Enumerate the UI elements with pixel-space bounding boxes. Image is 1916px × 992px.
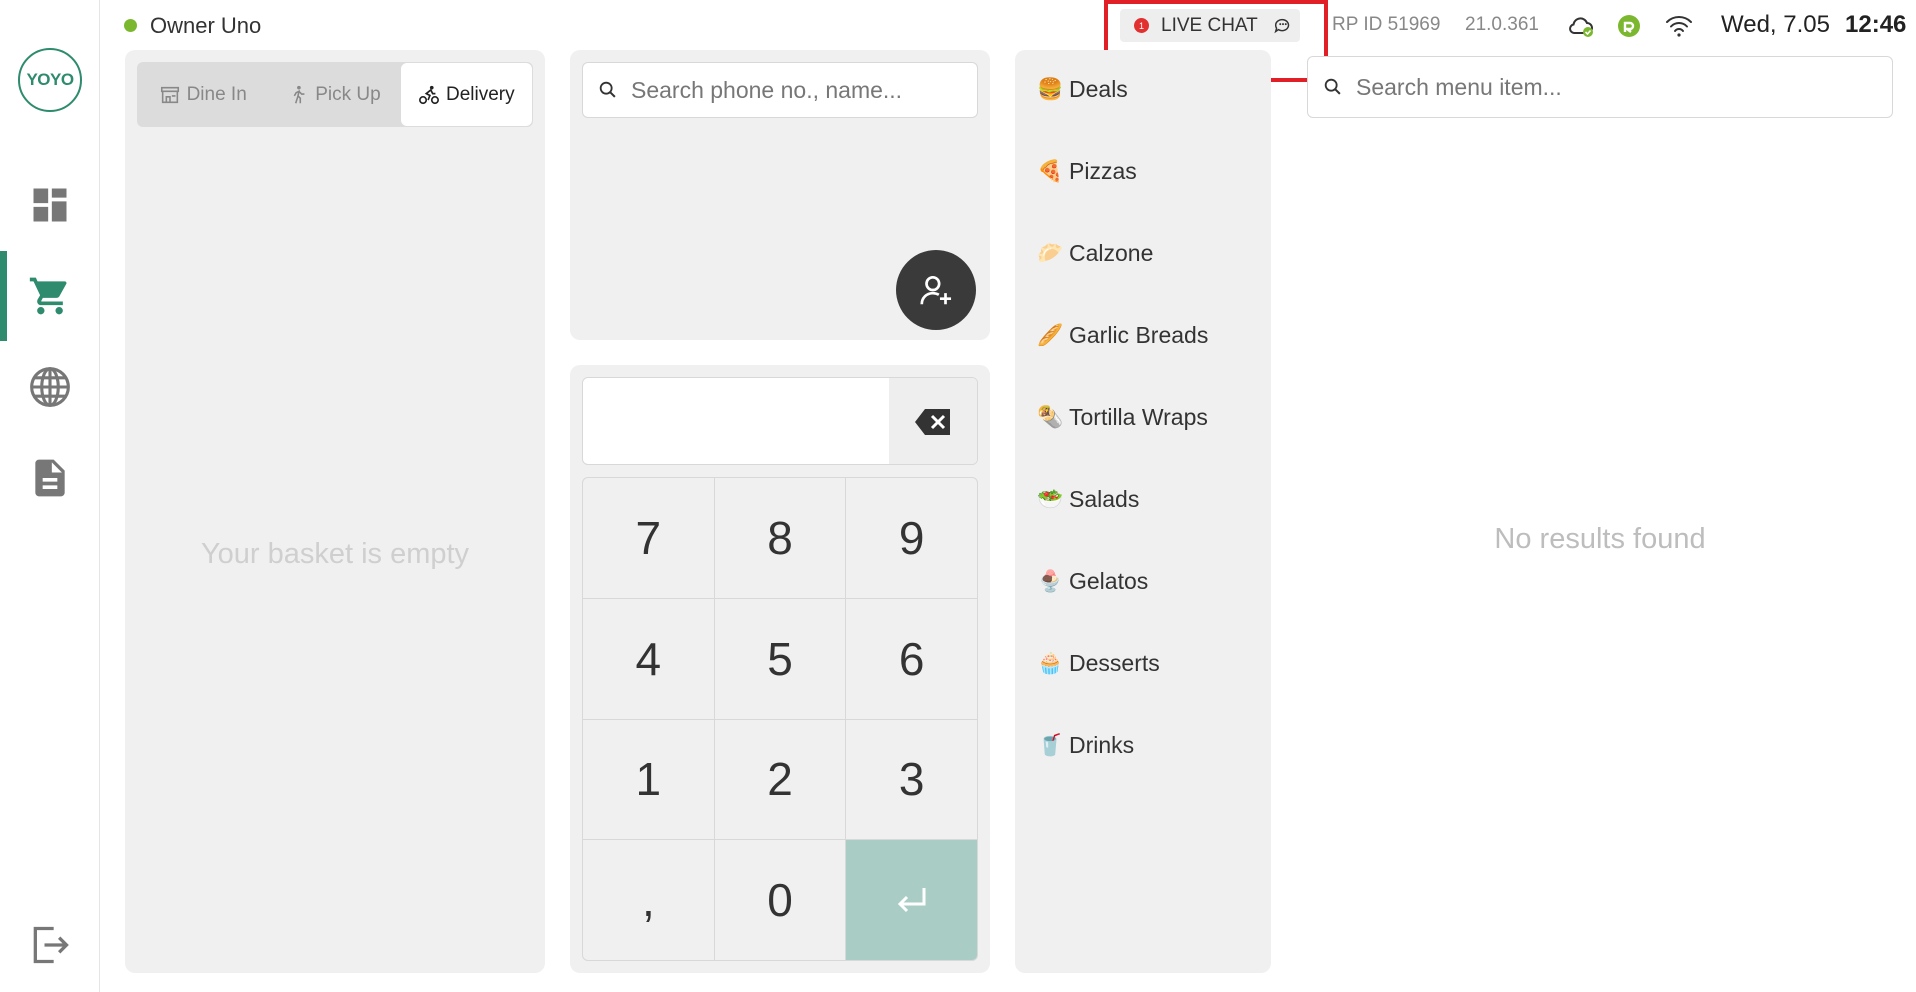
baguette-icon: 🥖 [1037, 323, 1064, 347]
key-2[interactable]: 2 [714, 719, 846, 840]
user-name: Owner Uno [150, 13, 262, 38]
sidebar: YOYO [0, 0, 100, 992]
cupcake-icon: 🧁 [1037, 651, 1064, 675]
sidebar-item-documents[interactable] [0, 433, 100, 523]
key-7[interactable]: 7 [583, 478, 714, 598]
sidebar-item-cart[interactable] [0, 251, 100, 341]
category-gelatos[interactable]: 🍨 Gelatos [1037, 568, 1148, 595]
cart-icon [29, 277, 67, 315]
key-5[interactable]: 5 [714, 598, 846, 719]
menu-search-box [1307, 56, 1893, 118]
user-status-dot [124, 19, 137, 32]
category-garlic-breads[interactable]: 🥖 Garlic Breads [1037, 322, 1208, 349]
live-chat-label: LIVE CHAT [1161, 14, 1258, 36]
category-label: Garlic Breads [1069, 322, 1209, 348]
app-version: 21.0.361 [1465, 14, 1539, 35]
burrito-icon: 🌯 [1037, 405, 1064, 429]
add-user-icon [920, 275, 952, 305]
category-desserts[interactable]: 🧁 Desserts [1037, 650, 1160, 677]
category-label: Gelatos [1069, 568, 1149, 594]
menu-search-input[interactable] [1356, 73, 1892, 101]
key-3[interactable]: 3 [846, 719, 977, 840]
category-label: Tortilla Wraps [1069, 404, 1208, 430]
category-calzone[interactable]: 🥟 Calzone [1037, 240, 1153, 267]
burger-icon: 🍔 [1037, 77, 1064, 101]
sidebar-item-dashboard[interactable] [0, 160, 100, 250]
search-icon [1324, 78, 1341, 95]
key-1[interactable]: 1 [583, 719, 714, 840]
drink-cup-icon: 🥤 [1037, 733, 1064, 757]
document-icon [35, 459, 65, 497]
enter-button[interactable] [846, 840, 977, 960]
key-6[interactable]: 6 [846, 598, 977, 719]
category-label: Desserts [1069, 650, 1160, 676]
key-0[interactable]: 0 [714, 840, 846, 960]
category-label: Calzone [1069, 240, 1154, 266]
globe-icon [30, 367, 70, 407]
live-chat-badge: 1 [1134, 18, 1149, 33]
dashboard-icon [33, 188, 67, 222]
walking-icon [293, 85, 305, 103]
category-salads[interactable]: 🥗 Salads [1037, 486, 1139, 513]
search-icon [599, 81, 616, 98]
category-deals[interactable]: 🍔 Deals [1037, 76, 1128, 103]
key-4[interactable]: 4 [583, 598, 714, 719]
connection-status-icon [1618, 15, 1640, 37]
category-list: 🍔 Deals 🍕 Pizzas 🥟 Calzone 🥖 Garlic Breads 🌯… [1015, 50, 1271, 973]
backspace-icon [915, 409, 950, 435]
category-label: Pizzas [1069, 158, 1137, 184]
tab-pick-up-label: Pick Up [315, 83, 381, 105]
order-type-tabs: Dine In Pick Up Delivery [137, 62, 533, 127]
cloud-sync-icon [1569, 17, 1593, 37]
key-9[interactable]: 9 [846, 478, 977, 598]
rp-id: RP ID 51969 [1332, 14, 1441, 35]
add-customer-button[interactable] [896, 250, 976, 330]
keypad-keys: 7 8 9 4 5 6 1 2 3 , 0 [582, 477, 978, 961]
customer-panel [570, 50, 990, 340]
tab-dine-in-label: Dine In [186, 83, 247, 105]
logout-icon [33, 926, 69, 964]
key-8[interactable]: 8 [714, 478, 846, 598]
current-time: 12:46 [1845, 11, 1907, 38]
tab-pick-up[interactable]: Pick Up [268, 62, 399, 127]
tab-dine-in[interactable]: Dine In [137, 62, 268, 127]
customer-search-box [582, 62, 978, 118]
basket-empty-message: Your basket is empty [200, 538, 470, 570]
category-pizzas[interactable]: 🍕 Pizzas [1037, 158, 1137, 185]
customer-search-input[interactable] [631, 76, 977, 104]
basket-panel: Dine In Pick Up Delivery Your basket is … [125, 50, 545, 973]
salad-icon: 🥗 [1037, 487, 1064, 511]
top-bar: Owner Uno 1 LIVE CHAT RP ID 51969 21.0.3… [100, 0, 1916, 50]
ice-cream-icon: 🍨 [1037, 569, 1064, 593]
yoyo-logo: YOYO [18, 48, 82, 112]
category-label: Deals [1069, 76, 1128, 102]
backspace-button[interactable] [889, 378, 977, 464]
category-label: Salads [1069, 486, 1140, 512]
keypad-panel: 7 8 9 4 5 6 1 2 3 , 0 [570, 365, 990, 973]
live-chat-button[interactable]: 1 LIVE CHAT [1120, 9, 1300, 42]
key-comma[interactable]: , [583, 840, 714, 960]
current-date: Wed, 7.05 [1721, 11, 1830, 38]
enter-return-icon [897, 888, 926, 913]
tab-delivery-label: Delivery [446, 83, 515, 105]
pizza-icon: 🍕 [1037, 159, 1064, 183]
keypad-display[interactable] [582, 377, 978, 465]
delivery-icon [419, 85, 439, 104]
category-label: Drinks [1069, 732, 1135, 758]
no-results-message: No results found [1494, 523, 1706, 555]
category-drinks[interactable]: 🥤 Drinks [1037, 732, 1134, 759]
wifi-icon [1666, 16, 1692, 37]
category-tortilla-wraps[interactable]: 🌯 Tortilla Wraps [1037, 404, 1208, 431]
sidebar-item-online[interactable] [0, 342, 100, 432]
chat-bubbles-icon [1274, 18, 1290, 33]
dumpling-icon: 🥟 [1037, 241, 1064, 265]
store-icon [160, 86, 179, 103]
tab-delivery[interactable]: Delivery [400, 63, 532, 126]
sidebar-item-logout[interactable] [0, 900, 100, 990]
